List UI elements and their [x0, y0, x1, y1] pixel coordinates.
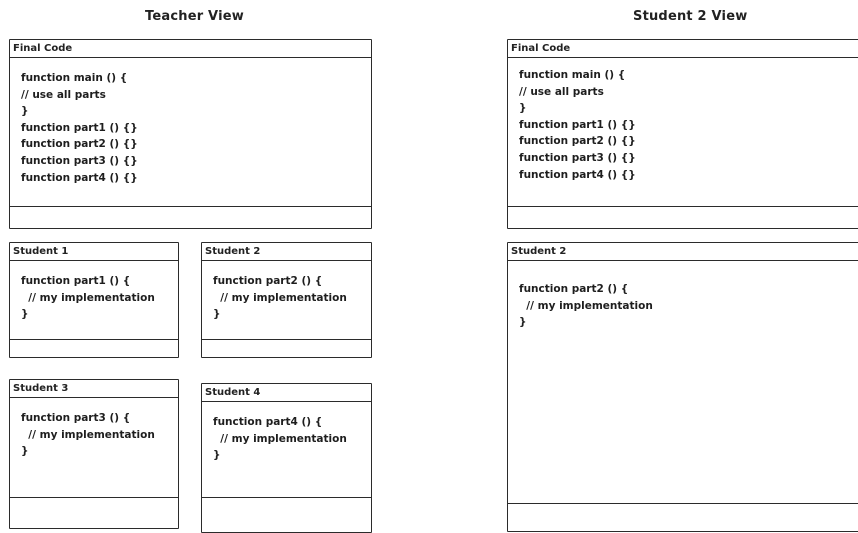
- code-line: function part3 () {: [21, 412, 131, 424]
- code-line: function main () {: [519, 69, 626, 81]
- code-line: function part2 () {}: [519, 135, 636, 148]
- code-line: // my implementation: [213, 291, 347, 304]
- student2-view-student-panel: Student 2 function part2 () { // my impl…: [507, 242, 858, 532]
- code-block: function main () { // use all parts } fu…: [508, 59, 858, 183]
- student2-view-title: Student 2 View: [633, 9, 748, 24]
- code-line: function part4 () {}: [21, 171, 138, 184]
- code-line: function part1 () {}: [21, 121, 138, 134]
- panel-footer: [508, 503, 858, 504]
- teacher-view-title: Teacher View: [145, 9, 244, 24]
- code-line: }: [21, 308, 29, 321]
- panel-footer: [10, 339, 178, 340]
- student2-view-final-code-panel: Final Code function main () { // use all…: [507, 39, 858, 229]
- panel-footer: [508, 206, 858, 207]
- code-line: }: [21, 445, 29, 458]
- code-block: function part2 () { // my implementation…: [508, 262, 858, 331]
- panel-header: Student 1: [10, 243, 178, 261]
- panel-header: Final Code: [10, 40, 371, 58]
- code-line: }: [21, 105, 29, 118]
- panel-header: Student 2: [202, 243, 371, 261]
- code-line: function part4 () {: [213, 416, 323, 428]
- code-line: function part3 () {}: [21, 154, 138, 167]
- panel-footer: [10, 497, 178, 498]
- code-line: function part2 () {: [519, 283, 629, 295]
- code-line: function part2 () {}: [21, 138, 138, 151]
- code-line: function part4 () {}: [519, 168, 636, 181]
- code-block: function main () { // use all parts } fu…: [10, 59, 371, 186]
- code-line: function part1 () {: [21, 275, 131, 287]
- code-block: function part2 () { // my implementation…: [202, 262, 371, 323]
- panel-header: Student 2: [508, 243, 858, 261]
- teacher-final-code-panel: Final Code function main () { // use all…: [9, 39, 372, 229]
- code-line: // my implementation: [213, 432, 347, 445]
- code-line: function part2 () {: [213, 275, 323, 287]
- student3-panel: Student 3 function part3 () { // my impl…: [9, 379, 179, 529]
- student4-panel: Student 4 function part4 () { // my impl…: [201, 383, 372, 533]
- student2-panel: Student 2 function part2 () { // my impl…: [201, 242, 372, 358]
- panel-footer: [202, 339, 371, 340]
- code-line: }: [519, 316, 527, 329]
- code-block: function part4 () { // my implementation…: [202, 403, 371, 464]
- panel-footer: [202, 497, 371, 498]
- panel-header: Student 3: [10, 380, 178, 398]
- panel-header: Student 4: [202, 384, 371, 402]
- panel-header: Final Code: [508, 40, 858, 58]
- code-block: function part3 () { // my implementation…: [10, 399, 178, 460]
- code-line: }: [519, 102, 527, 115]
- code-line: // my implementation: [21, 428, 155, 441]
- student1-panel: Student 1 function part1 () { // my impl…: [9, 242, 179, 358]
- code-line: // my implementation: [21, 291, 155, 304]
- panel-footer: [10, 206, 371, 207]
- code-block: function part1 () { // my implementation…: [10, 262, 178, 323]
- code-line: function main () {: [21, 72, 128, 84]
- code-line: // use all parts: [519, 85, 604, 98]
- code-line: }: [213, 308, 221, 321]
- code-line: // my implementation: [519, 299, 653, 312]
- code-line: function part3 () {}: [519, 151, 636, 164]
- code-line: // use all parts: [21, 88, 106, 101]
- code-line: function part1 () {}: [519, 118, 636, 131]
- code-line: }: [213, 449, 221, 462]
